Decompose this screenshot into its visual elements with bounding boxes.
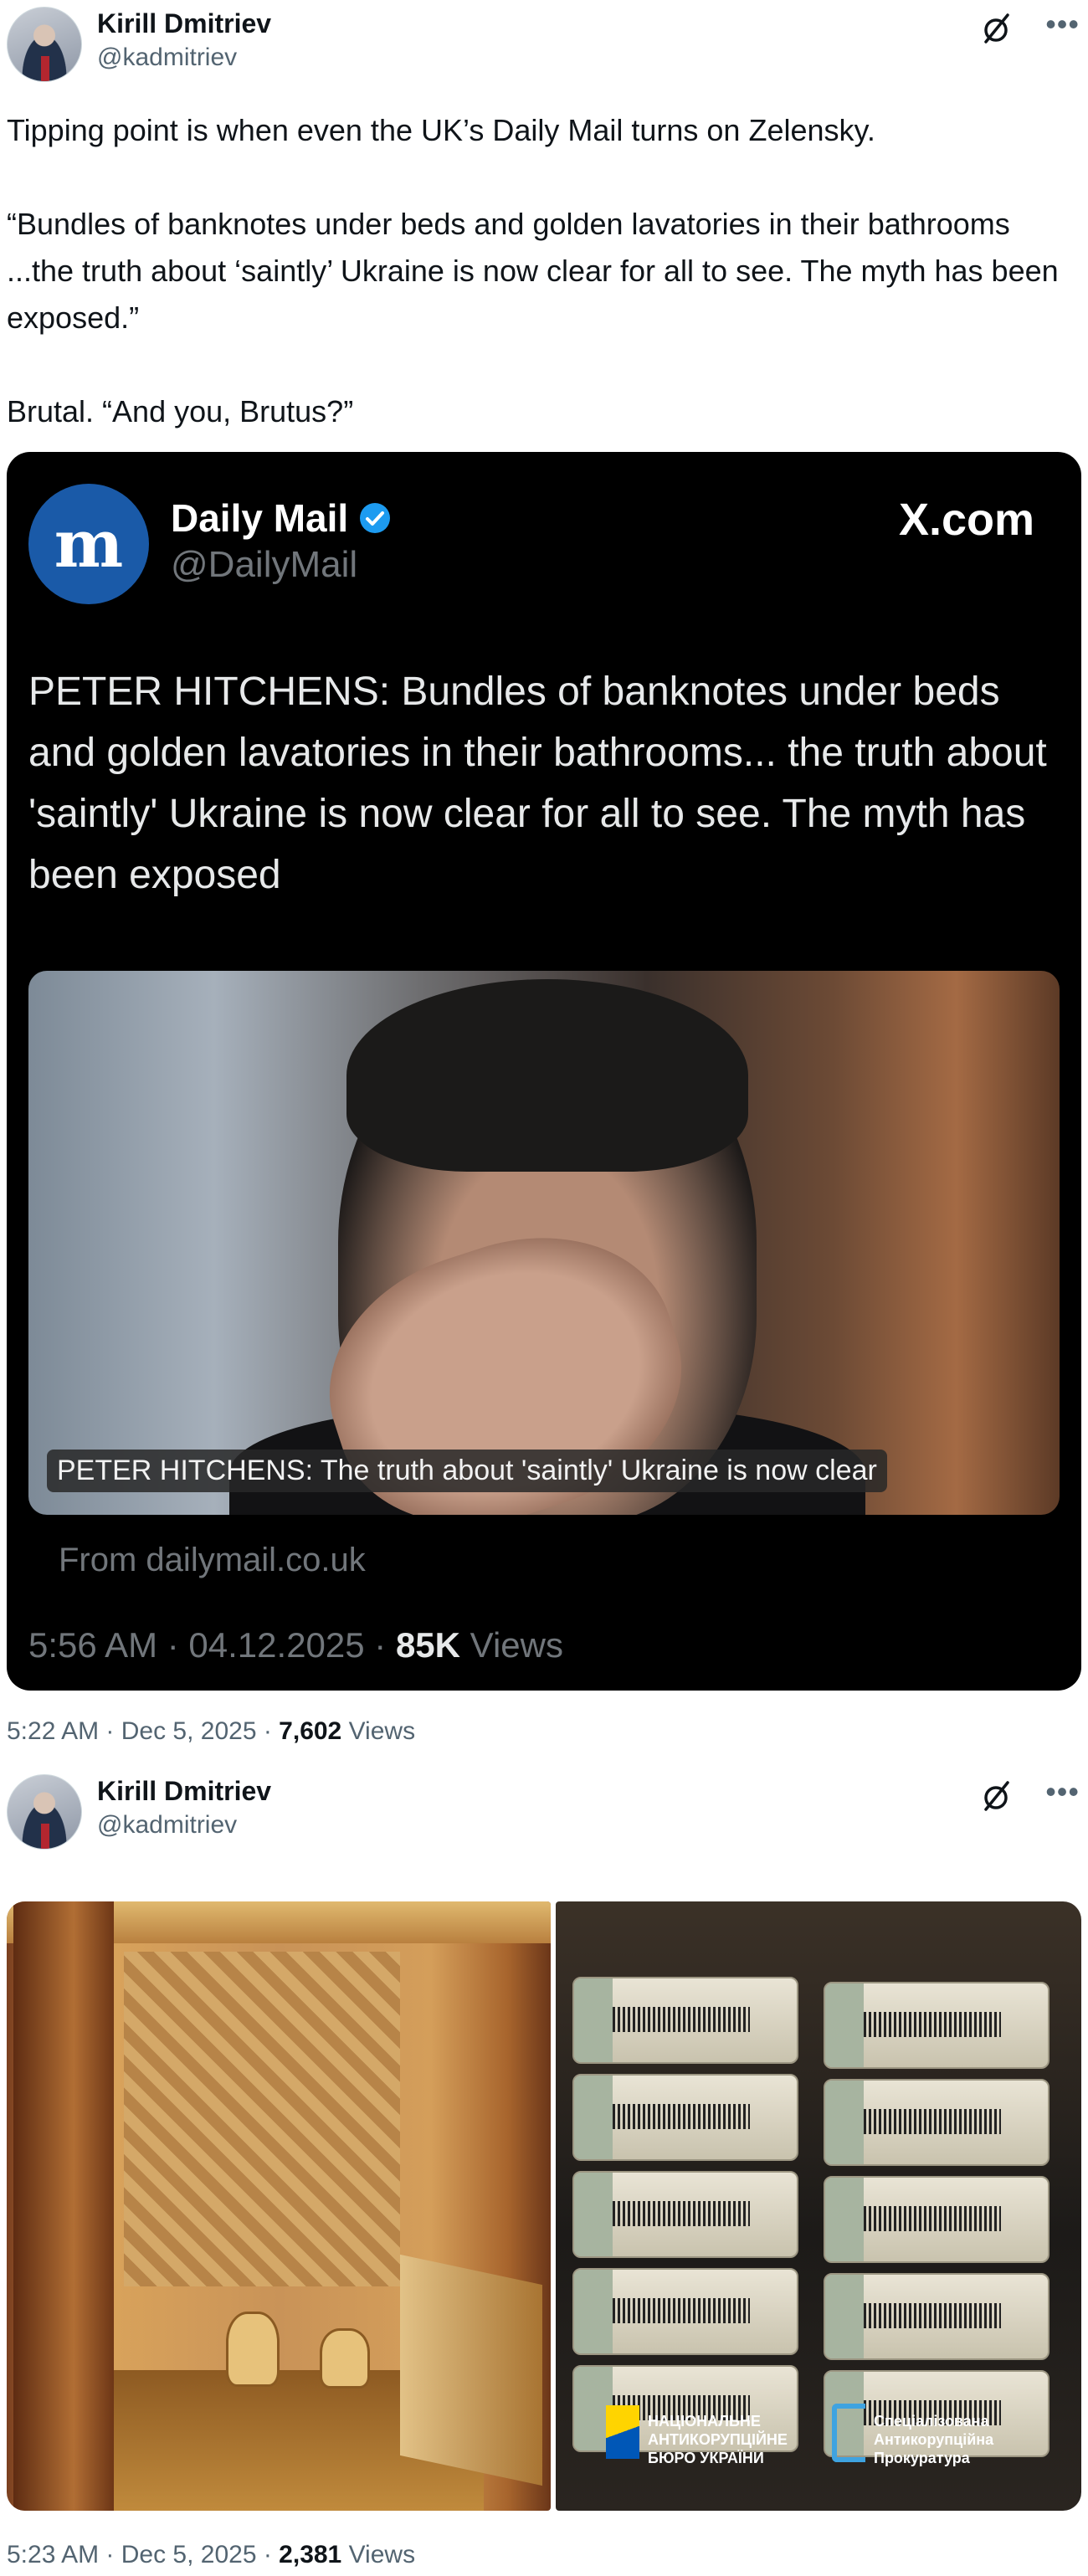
author-name[interactable]: Kirill Dmitriev (97, 8, 271, 39)
tweet-time[interactable]: 5:22 AM · Dec 5, 2025 · (7, 1717, 279, 1745)
author-avatar[interactable] (7, 1774, 82, 1850)
quoted-author: Daily Mail (171, 495, 392, 541)
quoted-post-meta: 5:56 AM · 04.12.2025 · 85K Views (28, 1625, 563, 1665)
author-handle[interactable]: @kadmitriev (97, 44, 237, 72)
quoted-author-handle: @DailyMail (171, 544, 358, 585)
banknote-bundle (572, 2074, 798, 2161)
tweet-views-label: Views (341, 1717, 416, 1745)
quoted-post-time: 5:56 AM · 04.12.2025 · (28, 1625, 396, 1665)
tweet-time[interactable]: 5:23 AM · Dec 5, 2025 · (7, 2541, 279, 2568)
quoted-post-views-count: 85K (395, 1625, 461, 1665)
tweet-2-meta: 5:23 AM · Dec 5, 2025 · 2,381 Views (7, 2541, 415, 2569)
banknote-bundle (572, 1977, 798, 2064)
link-source[interactable]: From dailymail.co.uk (59, 1542, 366, 1579)
tweet-paragraph: Brutal. “And you, Brutus?” (7, 394, 354, 428)
banknote-bundle (572, 2268, 798, 2355)
grok-icon[interactable] (979, 12, 1013, 45)
author-handle[interactable]: @kadmitriev (97, 1811, 237, 1840)
tweet-1-meta: 5:22 AM · Dec 5, 2025 · 7,602 Views (7, 1717, 415, 1746)
tweet-paragraph: Tipping point is when even the UK’s Dail… (7, 113, 875, 147)
tweet-1-header: Kirill Dmitriev @kadmitriev ••• (0, 0, 1088, 84)
quoted-post-views-label: Views (460, 1625, 563, 1665)
author-name[interactable]: Kirill Dmitriev (97, 1776, 271, 1807)
banknote-bundle (824, 2273, 1050, 2360)
more-options-icon[interactable]: ••• (1045, 1774, 1080, 1809)
image-hair (346, 979, 748, 1172)
quoted-post-text: PETER HITCHENS: Bundles of banknotes und… (28, 670, 1047, 897)
image-caption: PETER HITCHENS: The truth about 'saintly… (47, 1450, 887, 1492)
photo-gold-toilet (226, 2312, 280, 2387)
tweet-views-label: Views (341, 2541, 416, 2568)
quoted-author-name: Daily Mail (171, 496, 349, 540)
media-photo-golden-bathroom[interactable] (7, 1901, 551, 2511)
photo-door (13, 1901, 114, 2511)
photo-vanity-counter (400, 2254, 542, 2486)
tweet-2-header: Kirill Dmitriev @kadmitriev ••• (0, 1768, 1088, 1851)
photo-gold-bidet (320, 2328, 370, 2389)
banknote-bundle (824, 2079, 1050, 2166)
tweet-1-text: Tipping point is when even the UK’s Dail… (7, 107, 1070, 435)
grok-icon[interactable] (979, 1779, 1013, 1813)
banknote-bundle (824, 1982, 1050, 2069)
banknote-bundle (824, 2176, 1050, 2263)
quoted-post-card[interactable]: m Daily Mail @DailyMail X.com PETER HITC… (7, 452, 1081, 1691)
x-com-label: X.com (898, 495, 1034, 545)
tweet-views-count: 7,602 (279, 1717, 342, 1745)
quoted-article-image[interactable]: PETER HITCHENS: The truth about 'saintly… (28, 971, 1060, 1515)
verified-badge-icon (360, 503, 391, 533)
banknote-bundle (572, 2171, 798, 2258)
nabu-watermark: НАЦІОНАЛЬНЕ АНТИКОРУПЦІЙНЕ БЮРО УКРАЇНИ (648, 2413, 788, 2466)
tweet-paragraph: “Bundles of banknotes under beds and gol… (7, 207, 1059, 335)
banknote-stack-left (572, 1977, 798, 2462)
photo-gold-wall (124, 1952, 400, 2286)
sap-watermark: Спеціалізована Антикорупційна Прокуратур… (874, 2413, 994, 2466)
tweet-views-count: 2,381 (279, 2541, 342, 2568)
media-photo-banknote-stacks[interactable]: НАЦІОНАЛЬНЕ АНТИКОРУПЦІЙНЕ БЮРО УКРАЇНИ … (556, 1901, 1081, 2511)
more-options-icon[interactable]: ••• (1045, 7, 1080, 42)
banknote-stack-right (824, 1982, 1050, 2467)
daily-mail-logo: m (28, 484, 149, 604)
author-avatar[interactable] (7, 7, 82, 82)
